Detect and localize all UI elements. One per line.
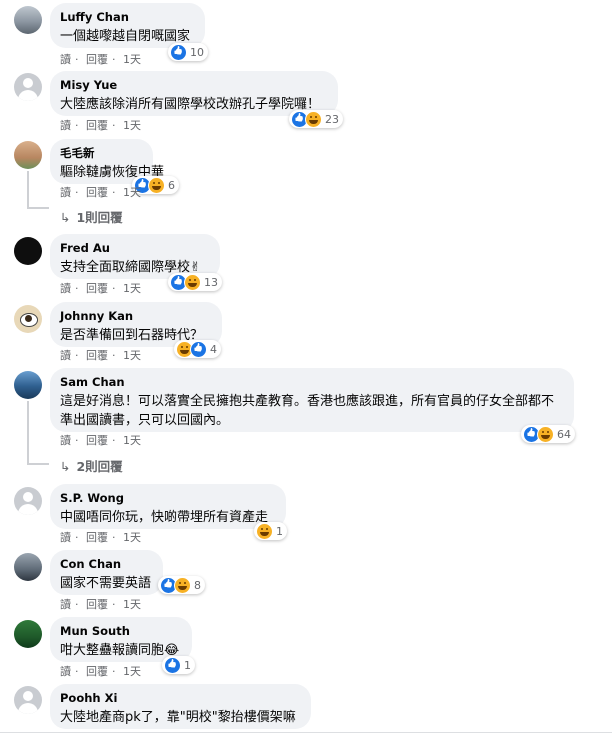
reply-button[interactable]: 回覆 (86, 186, 108, 199)
comment-text: 中國唔同你玩，快啲帶埋所有資產走 (60, 510, 269, 525)
reaction-summary[interactable]: 13 (168, 273, 222, 291)
react-button[interactable]: 讀 (60, 349, 71, 362)
haha-icon (256, 522, 273, 540)
comment-actions: 讀 · 回覆 · 1天 (60, 531, 141, 544)
like-icon (190, 340, 207, 358)
react-button[interactable]: 讀 (60, 282, 71, 295)
comment-text: 這是好消息！可以落實全民擁抱共產教育。香港也應該跟進，所有官員的仔女全部都不準出… (60, 394, 555, 428)
react-button[interactable]: 讀 (60, 665, 71, 678)
haha-icon (305, 110, 322, 128)
comment-author[interactable]: S.P. Wong (60, 491, 276, 506)
comment-bubble: Con Chan 國家不需要英語 (50, 550, 163, 595)
timestamp[interactable]: 1天 (123, 119, 141, 132)
avatar[interactable] (14, 686, 42, 714)
avatar[interactable] (14, 620, 42, 648)
reaction-summary[interactable]: 23 (289, 110, 343, 128)
timestamp[interactable]: 1天 (123, 349, 141, 362)
react-button[interactable]: 讀 (60, 186, 71, 199)
avatar[interactable] (14, 305, 42, 333)
comment-actions: 讀 · 回覆 · 1天 (60, 282, 141, 295)
comment-author[interactable]: Poohh Xi (60, 691, 301, 706)
reaction-summary[interactable]: 1 (162, 656, 195, 674)
react-button[interactable]: 讀 (60, 598, 71, 611)
timestamp[interactable]: 1天 (123, 282, 141, 295)
haha-icon (174, 576, 191, 594)
react-button[interactable]: 讀 (60, 434, 71, 447)
avatar[interactable] (14, 237, 42, 265)
comment-text: 驅除韃虜恢復中華 (60, 165, 165, 180)
timestamp[interactable]: 1天 (123, 434, 141, 447)
reply-button[interactable]: 回覆 (86, 598, 108, 611)
comment-actions: 讀 · 回覆 · 1天 (60, 434, 141, 447)
reply-arrow-icon: ↳ (60, 459, 71, 474)
like-icon (170, 43, 187, 61)
comment-actions: 讀 · 回覆 · 1天 (60, 598, 141, 611)
comment-author[interactable]: Fred Au (60, 241, 210, 256)
avatar[interactable] (14, 553, 42, 581)
react-button[interactable]: 讀 (60, 53, 71, 66)
reaction-summary[interactable]: 64 (521, 425, 575, 443)
comment-author[interactable]: Johnny Kan (60, 309, 212, 324)
comment-actions: 讀 · 回覆 · 1天 (60, 665, 141, 678)
thread-line (27, 401, 29, 465)
reaction-summary[interactable]: 1 (254, 522, 287, 540)
avatar[interactable] (14, 487, 42, 515)
haha-icon (537, 425, 554, 443)
comment-bubble: Sam Chan 這是好消息！可以落實全民擁抱共產教育。香港也應該跟進，所有官員… (50, 368, 574, 432)
avatar[interactable] (14, 73, 42, 101)
reply-arrow-icon: ↳ (60, 210, 71, 225)
avatar[interactable] (14, 6, 42, 34)
reply-button[interactable]: 回覆 (86, 665, 108, 678)
comment-actions: 讀 · 回覆 · 1天 (60, 349, 141, 362)
divider (0, 732, 612, 733)
comment-text: 大陸應該除消所有國際學校改辦孔子學院囉！ (60, 97, 321, 112)
like-icon (164, 656, 181, 674)
comment-text: 咁大整蠱報讀同胞😂 (60, 643, 180, 658)
react-button[interactable]: 讀 (60, 119, 71, 132)
reply-button[interactable]: 回覆 (86, 349, 108, 362)
view-replies-link[interactable]: ↳ 2則回覆 (60, 456, 123, 475)
reply-button[interactable]: 回覆 (86, 531, 108, 544)
avatar[interactable] (14, 141, 42, 169)
react-button[interactable]: 讀 (60, 531, 71, 544)
comment-bubble: Luffy Chan 一個越嚟越自閉嘅國家 (50, 3, 205, 48)
comment-actions: 讀 · 回覆 · 1天 (60, 53, 141, 66)
timestamp[interactable]: 1天 (123, 186, 141, 199)
timestamp[interactable]: 1天 (123, 598, 141, 611)
comment-actions: 讀 · 回覆 · 1天 (60, 119, 141, 132)
haha-icon (148, 176, 165, 194)
comment-author[interactable]: Misy Yue (60, 78, 328, 93)
comment-bubble: Poohh Xi 大陸地產商pk了，靠"明校"黎抬樓價架嘛 (50, 684, 311, 729)
reaction-summary[interactable]: 8 (158, 576, 205, 594)
thread-line (27, 207, 49, 209)
reply-button[interactable]: 回覆 (86, 434, 108, 447)
timestamp[interactable]: 1天 (123, 531, 141, 544)
comment-actions: 讀 · 回覆 · 1天 (60, 186, 141, 199)
comment-author[interactable]: Con Chan (60, 557, 153, 572)
reply-button[interactable]: 回覆 (86, 119, 108, 132)
comment-bubble: S.P. Wong 中國唔同你玩，快啲帶埋所有資產走 (50, 484, 286, 529)
thread-line (27, 463, 49, 465)
reaction-summary[interactable]: 10 (168, 43, 208, 61)
thread-line (27, 171, 29, 209)
comment-bubble: Misy Yue 大陸應該除消所有國際學校改辦孔子學院囉！ (50, 71, 338, 116)
reply-button[interactable]: 回覆 (86, 53, 108, 66)
comment-author[interactable]: Sam Chan (60, 375, 564, 390)
view-replies-link[interactable]: ↳ 1則回覆 (60, 207, 123, 226)
avatar[interactable] (14, 371, 42, 399)
comment-author[interactable]: Luffy Chan (60, 10, 195, 25)
comment-author[interactable]: 毛毛新 (60, 146, 143, 161)
timestamp[interactable]: 1天 (123, 53, 141, 66)
comment-text: 大陸地產商pk了，靠"明校"黎抬樓價架嘛 (60, 710, 296, 725)
reply-button[interactable]: 回覆 (86, 282, 108, 295)
reaction-summary[interactable]: 4 (174, 340, 221, 358)
timestamp[interactable]: 1天 (123, 665, 141, 678)
comment-author[interactable]: Mun South (60, 624, 182, 639)
haha-icon (184, 273, 201, 291)
comment-text: 國家不需要英語 (60, 576, 152, 591)
